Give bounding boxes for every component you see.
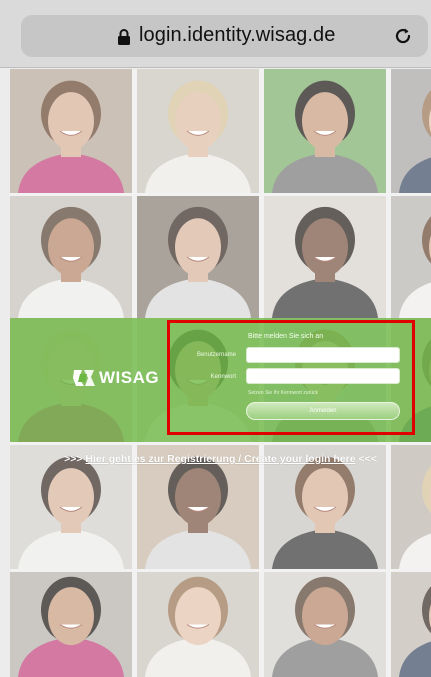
portrait-photo [10,572,132,677]
browser-toolbar: login.identity.wisag.de [0,0,431,68]
portrait-photo [391,69,431,193]
address-bar[interactable]: login.identity.wisag.de [21,15,428,57]
portrait-photo [391,196,431,318]
password-input[interactable] [246,368,400,384]
username-label: Benutzername [196,352,236,358]
login-band: WISAG Bitte melden Sie sich an Benutzern… [10,318,431,442]
register-suffix: <<< [355,453,377,465]
register-link[interactable]: Hier geht es zur Registrierung / Create … [85,453,355,465]
wisag-logo: WISAG [72,368,159,388]
portrait-photo [137,69,259,193]
portrait-photo [264,69,386,193]
wisag-logo-text: WISAG [99,368,160,387]
login-page: WISAG Bitte melden Sie sich an Benutzern… [10,69,431,677]
login-title: Bitte melden Sie sich an [248,333,324,340]
portrait-photo [137,196,259,318]
portrait-photo [264,196,386,318]
forgot-password-link[interactable]: Setzen Sie Ihr Kennwort zurück [248,390,318,396]
login-button[interactable]: Anmelden [246,402,400,420]
portrait-photo [137,572,259,677]
wisag-logo-icon [73,370,95,386]
register-prefix: >>> [64,453,86,465]
portrait-photo [391,572,431,677]
lock-icon [117,29,131,45]
register-line: >>> Hier geht es zur Registrierung / Cre… [10,453,431,465]
portrait-photo [10,196,132,318]
portrait-photo [10,69,132,193]
reload-icon[interactable] [392,25,414,47]
username-input[interactable] [246,347,400,363]
password-label: Kennwort [210,374,236,380]
url-text[interactable]: login.identity.wisag.de [139,24,336,47]
login-form-highlight: Bitte melden Sie sich an Benutzername Ke… [167,320,415,435]
portrait-photo [264,572,386,677]
